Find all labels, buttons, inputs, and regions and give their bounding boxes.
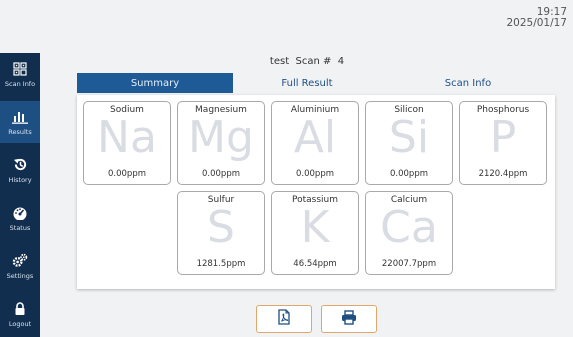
pdf-export-icon [277, 309, 291, 329]
results-panel: Sodium Na 0.00ppm Magnesium Mg 0.00ppm A… [77, 95, 555, 289]
sidebar-item-label: Scan Info [4, 79, 36, 88]
sidebar-item-history[interactable]: History [0, 149, 40, 191]
element-symbol: S [207, 202, 235, 253]
element-card-sulfur: Sulfur S 1281.5ppm [177, 191, 265, 275]
tab-full-result[interactable]: Full Result [233, 73, 381, 93]
sidebar-item-label: Logout [8, 319, 32, 328]
export-pdf-button[interactable] [256, 305, 312, 333]
history-icon [12, 157, 28, 173]
element-card-calcium: Calcium Ca 22007.7ppm [365, 191, 453, 275]
element-card-sodium: Sodium Na 0.00ppm [83, 101, 171, 185]
main-panel: test Scan # 4 Summary Full Result Scan I… [41, 53, 573, 337]
element-card-silicon: Silicon Si 0.00ppm [365, 101, 453, 185]
printer-icon [341, 309, 357, 329]
element-value: 0.00ppm [390, 169, 428, 179]
element-symbol: Mg [188, 112, 254, 163]
sidebar-item-results[interactable]: Results [0, 101, 40, 143]
element-card-potassium: Potassium K 46.54ppm [271, 191, 359, 275]
element-symbol: Al [293, 112, 337, 163]
element-symbol: K [300, 202, 330, 253]
element-value: 46.54ppm [293, 259, 337, 269]
sidebar-item-label: Status [9, 223, 31, 232]
clock-date: 2025/01/17 [506, 17, 567, 29]
element-card-aluminium: Aluminium Al 0.00ppm [271, 101, 359, 185]
element-symbol: Ca [380, 202, 438, 253]
print-button[interactable] [321, 305, 377, 333]
element-symbol: P [489, 112, 517, 163]
bar-chart-icon [12, 109, 28, 125]
tab-scan-info[interactable]: Scan Info [381, 73, 555, 93]
sidebar-item-settings[interactable]: Settings [0, 245, 40, 287]
tab-summary[interactable]: Summary [77, 73, 233, 93]
scan-grid-icon [12, 61, 28, 77]
element-value: 2120.4ppm [478, 169, 528, 179]
sidebar: Scan Info Results History Status Setting… [0, 53, 40, 337]
element-value: 0.00ppm [108, 169, 146, 179]
sidebar-item-label: Settings [6, 271, 34, 280]
scan-title: test Scan # 4 [269, 56, 345, 67]
sidebar-item-logout[interactable]: Logout [0, 293, 40, 335]
element-value: 1281.5ppm [196, 259, 246, 269]
sidebar-item-label: History [8, 175, 32, 184]
gauge-icon [12, 205, 28, 221]
clock: 19:17 2025/01/17 [506, 7, 567, 29]
element-value: 22007.7ppm [381, 259, 437, 269]
element-card-magnesium: Magnesium Mg 0.00ppm [177, 101, 265, 185]
element-value: 0.00ppm [296, 169, 334, 179]
result-tabs: Summary Full Result Scan Info [77, 73, 555, 93]
sidebar-item-label: Results [8, 127, 32, 136]
element-value: 0.00ppm [202, 169, 240, 179]
element-symbol: Na [97, 112, 157, 163]
sidebar-item-status[interactable]: Status [0, 197, 40, 239]
element-symbol: Si [388, 112, 430, 163]
lock-icon [12, 301, 28, 317]
sidebar-item-scan-info[interactable]: Scan Info [0, 53, 40, 95]
element-card-phosphorus: Phosphorus P 2120.4ppm [459, 101, 547, 185]
gears-icon [12, 253, 28, 269]
